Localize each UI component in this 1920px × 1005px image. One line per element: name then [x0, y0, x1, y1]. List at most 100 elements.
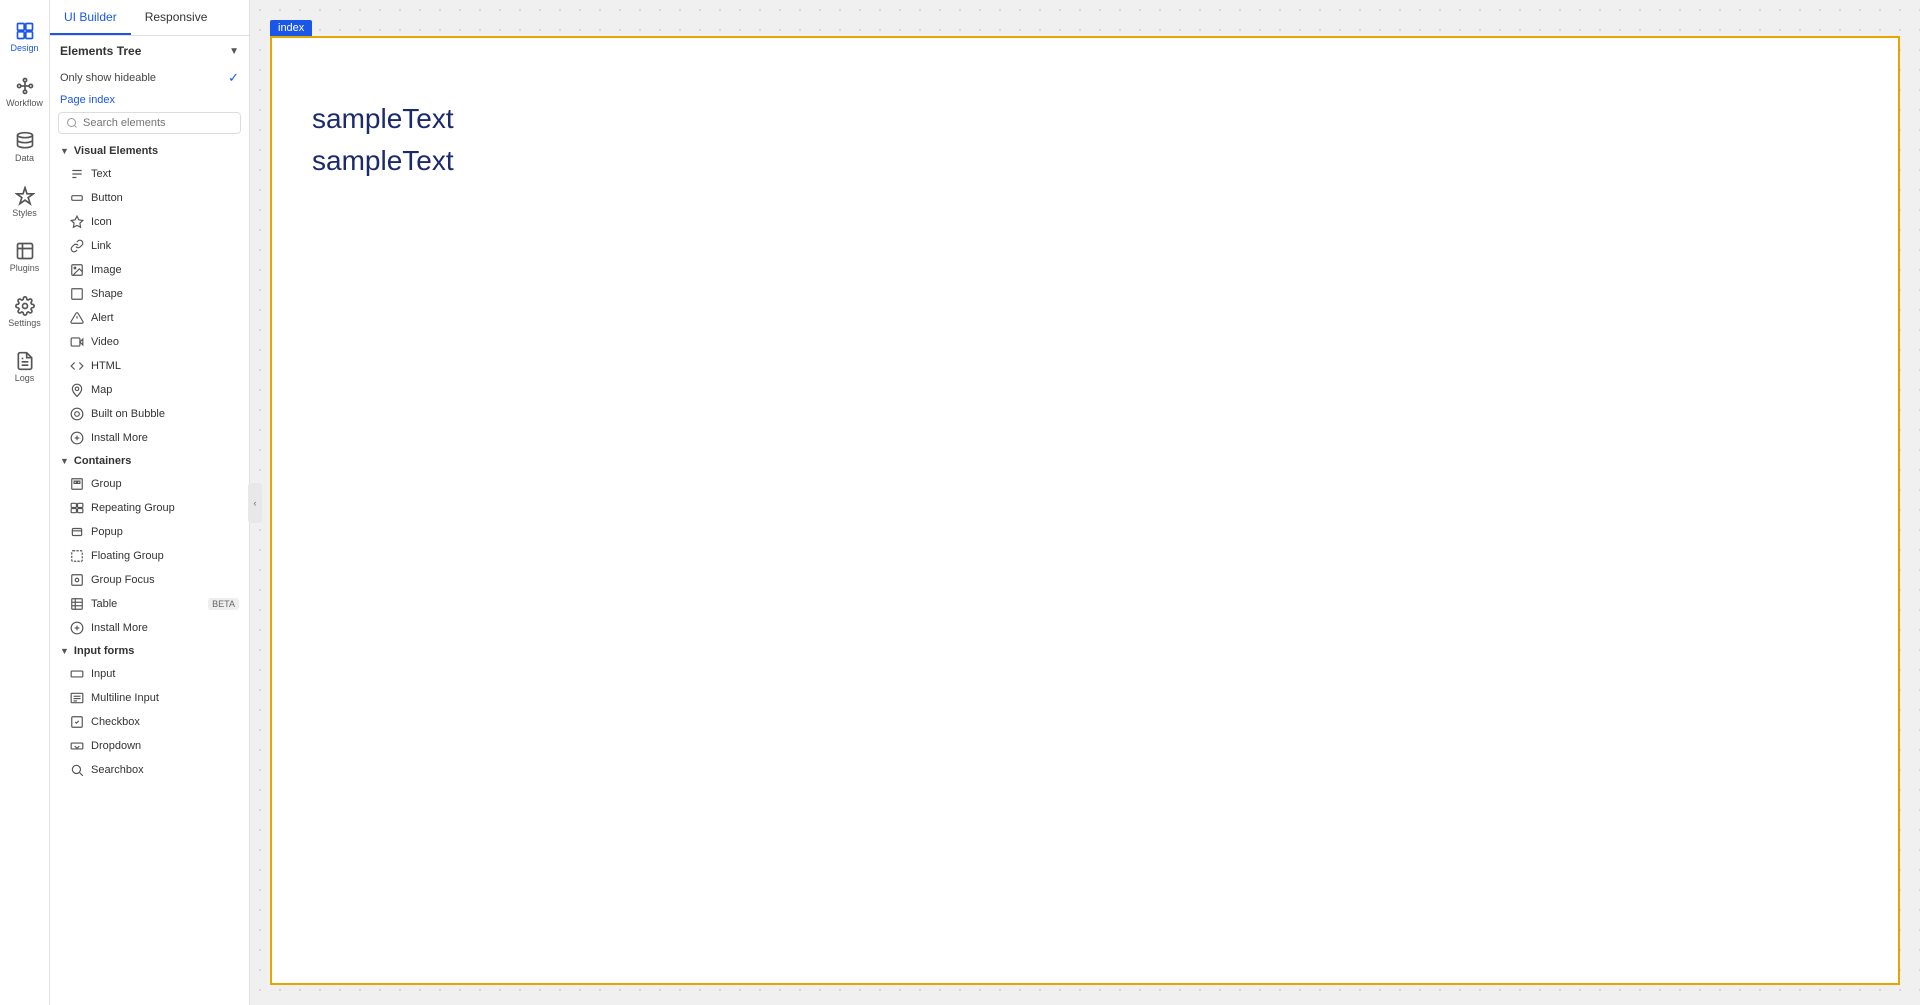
dropdown-icon [70, 739, 84, 753]
element-checkbox-label: Checkbox [91, 716, 140, 728]
main-content: index sampleText sampleText [250, 0, 1920, 1005]
builtonbubble-icon [70, 407, 84, 421]
element-video-label: Video [91, 336, 119, 348]
icon-sidebar: Design Workflow Data Styles Plugins [0, 0, 50, 1005]
element-floatinggroup-label: Floating Group [91, 550, 164, 562]
element-link[interactable]: Link [50, 234, 249, 258]
element-text[interactable]: Text [50, 162, 249, 186]
element-shape-label: Shape [91, 288, 123, 300]
element-builtonbubble[interactable]: Built on Bubble [50, 402, 249, 426]
element-group[interactable]: Group [50, 472, 249, 496]
only-show-hideable-label: Only show hideable [60, 72, 156, 84]
page-tab[interactable]: index [270, 20, 312, 36]
nav-plugins[interactable]: Plugins [0, 230, 50, 285]
element-table[interactable]: Table BETA [50, 592, 249, 616]
element-searchbox-label: Searchbox [91, 764, 144, 776]
nav-data[interactable]: Data [0, 120, 50, 175]
containers-label: Containers [74, 455, 131, 467]
tab-ui-builder[interactable]: UI Builder [50, 0, 131, 35]
input-forms-chevron: ▼ [60, 646, 69, 656]
element-popup-label: Popup [91, 526, 123, 538]
repeatinggroup-icon [70, 501, 84, 515]
element-repeatinggroup[interactable]: Repeating Group [50, 496, 249, 520]
canvas-text-content: sampleText sampleText [272, 38, 1898, 242]
nav-logs[interactable]: Logs [0, 340, 50, 395]
floatinggroup-icon [70, 549, 84, 563]
search-box [58, 112, 241, 134]
element-installmore-container[interactable]: Install More [50, 616, 249, 640]
element-alert-label: Alert [91, 312, 114, 324]
alert-icon [70, 311, 84, 325]
element-floatinggroup[interactable]: Floating Group [50, 544, 249, 568]
canvas-sample-text-1: sampleText [312, 98, 1858, 140]
nav-design[interactable]: Design [0, 10, 50, 65]
only-show-hideable-row[interactable]: Only show hideable ✓ [50, 66, 249, 92]
element-input[interactable]: Input [50, 662, 249, 686]
html-icon [70, 359, 84, 373]
element-checkbox[interactable]: Checkbox [50, 710, 249, 734]
element-image[interactable]: Image [50, 258, 249, 282]
element-group-label: Group [91, 478, 122, 490]
group-icon [70, 477, 84, 491]
elements-list: ▼ Visual Elements Text Button Icon Link … [50, 140, 249, 1005]
element-html-label: HTML [91, 360, 121, 372]
icon-icon [70, 215, 84, 229]
element-searchbox[interactable]: Searchbox [50, 758, 249, 782]
tab-responsive[interactable]: Responsive [131, 0, 222, 35]
link-icon [70, 239, 84, 253]
elements-tree-header: Elements Tree ▼ [50, 36, 249, 66]
element-map-label: Map [91, 384, 112, 396]
video-icon [70, 335, 84, 349]
element-shape[interactable]: Shape [50, 282, 249, 306]
nav-data-label: Data [15, 154, 34, 164]
element-icon[interactable]: Icon [50, 210, 249, 234]
page-index-link[interactable]: Page index [50, 92, 249, 112]
canvas-frame[interactable]: sampleText sampleText [270, 36, 1900, 985]
element-multilineinput[interactable]: Multiline Input [50, 686, 249, 710]
elements-panel: UI Builder Responsive Elements Tree ▼ On… [50, 0, 250, 1005]
element-groupfocus[interactable]: Group Focus [50, 568, 249, 592]
element-text-label: Text [91, 168, 111, 180]
nav-styles-label: Styles [12, 209, 37, 219]
element-link-label: Link [91, 240, 111, 252]
nav-styles[interactable]: Styles [0, 175, 50, 230]
nav-logs-label: Logs [15, 374, 35, 384]
groupfocus-icon [70, 573, 84, 587]
element-html[interactable]: HTML [50, 354, 249, 378]
element-map[interactable]: Map [50, 378, 249, 402]
element-repeatinggroup-label: Repeating Group [91, 502, 175, 514]
nav-workflow[interactable]: Workflow [0, 65, 50, 120]
table-icon [70, 597, 84, 611]
canvas-sample-text-2: sampleText [312, 140, 1858, 182]
nav-design-label: Design [10, 44, 38, 54]
searchbox-icon [70, 763, 84, 777]
input-forms-section-header[interactable]: ▼ Input forms [50, 640, 249, 662]
element-video[interactable]: Video [50, 330, 249, 354]
element-button[interactable]: Button [50, 186, 249, 210]
element-dropdown[interactable]: Dropdown [50, 734, 249, 758]
nav-settings[interactable]: Settings [0, 285, 50, 340]
containers-section-header[interactable]: ▼ Containers [50, 450, 249, 472]
visual-elements-section-header[interactable]: ▼ Visual Elements [50, 140, 249, 162]
element-multilineinput-label: Multiline Input [91, 692, 159, 704]
search-input[interactable] [83, 117, 233, 129]
multilineinput-icon [70, 691, 84, 705]
nav-workflow-label: Workflow [6, 99, 43, 109]
element-popup[interactable]: Popup [50, 520, 249, 544]
element-alert[interactable]: Alert [50, 306, 249, 330]
image-icon [70, 263, 84, 277]
element-installmore-visual[interactable]: Install More [50, 426, 249, 450]
nav-settings-label: Settings [8, 319, 41, 329]
visual-elements-chevron: ▼ [60, 146, 69, 156]
visual-elements-label: Visual Elements [74, 145, 158, 157]
map-icon [70, 383, 84, 397]
element-image-label: Image [91, 264, 122, 276]
element-groupfocus-label: Group Focus [91, 574, 155, 586]
collapse-elements-tree-icon[interactable]: ▼ [229, 46, 239, 57]
element-button-label: Button [91, 192, 123, 204]
installmore-visual-icon [70, 431, 84, 445]
canvas-area[interactable]: index sampleText sampleText [250, 0, 1920, 1005]
element-dropdown-label: Dropdown [91, 740, 141, 752]
panel-collapse-button[interactable]: ‹ [248, 483, 262, 523]
nav-plugins-label: Plugins [10, 264, 40, 274]
